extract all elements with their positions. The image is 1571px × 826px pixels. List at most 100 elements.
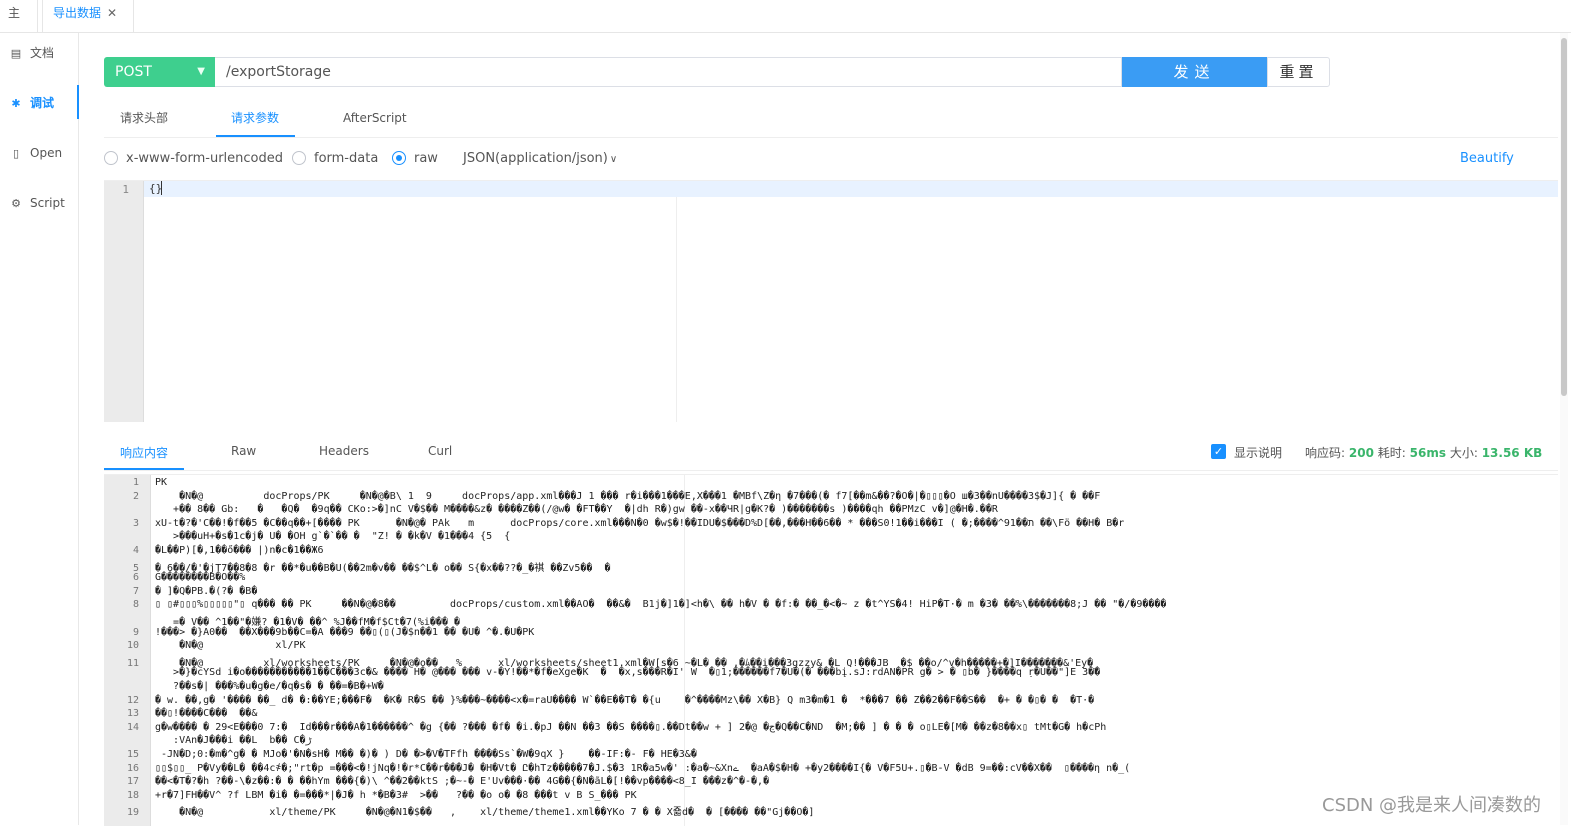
response-line: +�� 8�� Gb: � �Q� �9q�� CKo:>�]nC V�$�� … bbox=[104, 504, 1558, 515]
sidebar-item-label: Script bbox=[30, 196, 65, 210]
line-number: 13 bbox=[126, 708, 139, 720]
chevron-down-icon: ▼ bbox=[197, 66, 205, 77]
radio-form-data-label: form-data bbox=[314, 151, 379, 166]
status-code-value: 200 bbox=[1348, 446, 1374, 460]
response-line: 10 �N�@ xl/PK bbox=[104, 640, 1558, 651]
response-line: 14 g�w���� � 29<E���0 7:� Id���r���A�1���… bbox=[104, 722, 1558, 733]
content-type-value: JSON(application/json) bbox=[463, 151, 608, 166]
reset-button[interactable]: 重置 bbox=[1267, 57, 1330, 87]
line-text: :VAn�J���i ��L b�� C�ڑ bbox=[155, 735, 312, 747]
line-number: 1 bbox=[122, 183, 129, 196]
response-line: 13 ��▯!����C��� ��& bbox=[104, 708, 1558, 719]
line-number: 2 bbox=[132, 490, 139, 502]
line-text: � ]�Q�PB.�(?� �B� bbox=[155, 585, 258, 597]
line-number: 4 bbox=[132, 545, 139, 556]
line-text: G��������B�O��% bbox=[155, 572, 246, 584]
radio-raw-label: raw bbox=[414, 151, 438, 166]
watermark: CSDN @我是来人间凑数的 bbox=[1322, 795, 1542, 816]
line-text: �N�@ docProps/PK �N�@�B\ 1 9 docProps/ap… bbox=[155, 490, 1101, 502]
response-body-viewer[interactable]: 1 PK 2 �N�@ docProps/PK �N�@�B\ 1 9 docPro… bbox=[104, 474, 1558, 826]
radio-form-data[interactable]: form-data bbox=[292, 150, 378, 168]
line-number: 17 bbox=[126, 776, 139, 788]
line-number: 19 bbox=[126, 807, 139, 819]
scrollbar-thumb[interactable] bbox=[1561, 38, 1567, 396]
line-text: +�� 8�� Gb: � �Q� �9q�� CKo:>�]nC V�$�� … bbox=[155, 504, 998, 516]
sidebar-item-label: 文档 bbox=[30, 46, 55, 60]
tab-after-script[interactable]: AfterScript bbox=[343, 108, 407, 138]
line-number: 9 bbox=[132, 626, 139, 638]
sidebar: ▤ 文档 ✱ 调试 ▯ Open ⚙ Script bbox=[0, 33, 79, 825]
tab-export-data-label: 导出数据 bbox=[53, 6, 102, 20]
line-text: ▯▯$▯▯_ P�Vy��L� ��4c҂�;"rt�p =���<�!jNq�… bbox=[155, 762, 1131, 774]
line-number: 1 bbox=[132, 477, 139, 488]
line-text: PK bbox=[155, 477, 168, 488]
tab-request-headers[interactable]: 请求头部 bbox=[120, 108, 168, 138]
radio-checked-icon bbox=[392, 151, 406, 165]
show-description-label: 显示说明 bbox=[1234, 446, 1283, 460]
gear-icon: ⚙ bbox=[11, 197, 21, 210]
tab-request-params[interactable]: 请求参数 bbox=[231, 108, 279, 138]
response-line: >���uH+�s�1c�j� U� �OH g`�`�� � "Z! � �k… bbox=[104, 531, 1558, 542]
content-type-select[interactable]: JSON(application/json) ∨ bbox=[463, 150, 617, 168]
line-text: � w. ��,g� '���� ��_ d� �:��YE;���F� �K�… bbox=[155, 694, 1095, 706]
line-number: 3 bbox=[132, 517, 139, 529]
close-icon[interactable]: ✕ bbox=[107, 6, 117, 20]
tab-bar: 主页 导出数据 ✕ bbox=[0, 0, 1571, 46]
tab-home[interactable]: 主页 bbox=[0, 0, 38, 46]
response-line: 3 xU-t�?�'C��!�f��5 �C��q��+[���� PK �N�@… bbox=[104, 518, 1558, 530]
show-description-checkbox[interactable]: ✓ bbox=[1211, 444, 1226, 459]
status-time-label: 耗时: bbox=[1377, 446, 1406, 460]
radio-urlencoded[interactable]: x-www-form-urlencoded bbox=[104, 150, 283, 168]
tab-raw[interactable]: Raw bbox=[231, 444, 256, 458]
line-text: >���uH+�s�1c�j� U� �OH g`�`�� � "Z! � �k… bbox=[155, 531, 511, 543]
tab-headers[interactable]: Headers bbox=[319, 444, 369, 458]
sidebar-item-script[interactable]: ⚙ Script bbox=[0, 192, 78, 214]
method-select[interactable]: POST ▼ bbox=[104, 57, 215, 87]
response-line: :VAn�J���i ��L b�� C�ڑ bbox=[104, 735, 1558, 746]
sidebar-item-open[interactable]: ▯ Open bbox=[0, 142, 78, 164]
radio-raw[interactable]: raw bbox=[392, 150, 438, 168]
line-number: 10 bbox=[126, 640, 139, 652]
response-line: >�}�cYSd i�o�����������1��C���3c�& ���� … bbox=[104, 667, 1558, 678]
sidebar-item-docs[interactable]: ▤ 文档 bbox=[0, 42, 78, 64]
response-line: 2 �N�@ docProps/PK �N�@�B\ 1 9 docProps/… bbox=[104, 491, 1558, 502]
status-time-value: 56ms bbox=[1409, 446, 1446, 460]
response-line: 1 PK bbox=[104, 477, 1558, 488]
sidebar-item-label: Open bbox=[30, 146, 63, 160]
tab-export-data[interactable]: 导出数据 ✕ bbox=[42, 0, 134, 32]
response-line: 12 � w. ��,g� '���� ��_ d� �:��YE;���F� �… bbox=[104, 695, 1558, 706]
line-text: �N�@ xl/PK bbox=[155, 640, 306, 652]
sidebar-item-debug[interactable]: ✱ 调试 bbox=[0, 92, 78, 114]
tab-curl[interactable]: Curl bbox=[428, 444, 452, 458]
beautify-link[interactable]: Beautify bbox=[1460, 151, 1514, 166]
response-tab-divider bbox=[104, 470, 1558, 471]
editor-gutter: 1 bbox=[104, 181, 144, 422]
line-text: -JN�D;0:�m�^g� � MJo�'�N�sH� M�� �)� ) D… bbox=[155, 749, 697, 760]
line-text: ��<�T�?�h ?��-\�z��:� � ��hYm ���{�)\ ^�… bbox=[155, 776, 770, 788]
response-line: 9 !���> �}A0�� ��X���9b��C=�A ���9 ��▯(▯(… bbox=[104, 627, 1558, 638]
response-line: 16 ▯▯$▯▯_ P�Vy��L� ��4c҂�;"rt�p =���<�!jN… bbox=[104, 763, 1558, 775]
status-info: 响应码: 200 耗时: 56ms 大小: 13.56 KB bbox=[1305, 444, 1542, 461]
line-number: 18 bbox=[126, 789, 139, 801]
method-value: POST bbox=[115, 64, 152, 80]
status-size-label: 大小: bbox=[1449, 446, 1478, 460]
tab-active-underline bbox=[216, 135, 295, 137]
line-number: 16 bbox=[126, 762, 139, 774]
sidebar-active-indicator bbox=[77, 85, 79, 119]
file-icon: ▯ bbox=[12, 147, 20, 160]
tab-response-content[interactable]: 响应内容 bbox=[120, 444, 168, 461]
request-body-editor[interactable]: 1 {} bbox=[104, 180, 1558, 422]
chevron-down-icon: ∨ bbox=[609, 154, 618, 165]
url-input[interactable]: /exportStorage bbox=[215, 57, 1122, 87]
line-text: �N�@ xl/theme/PK �N�@�N1�$�� , xl/theme/… bbox=[155, 807, 815, 819]
response-line: 8 ▯ ▯#▯▯▯%▯▯▯▯▯"▯ q��� �� PK ��N�@�8�� do… bbox=[104, 599, 1558, 610]
sidebar-item-label: 调试 bbox=[30, 96, 55, 110]
response-line: 15 -JN�D;0:�m�^g� � MJo�'�N�sH� M�� �)� … bbox=[104, 749, 1558, 760]
editor-divider bbox=[676, 197, 677, 422]
line-number: 8 bbox=[132, 599, 139, 611]
send-button[interactable]: 发送 bbox=[1122, 57, 1267, 87]
line-text: !���> �}A0�� ��X���9b��C=�A ���9 ��▯(▯(J… bbox=[155, 626, 535, 638]
radio-urlencoded-label: x-www-form-urlencoded bbox=[126, 151, 284, 166]
line-text: >�}�cYSd i�o�����������1��C���3c�& ���� … bbox=[155, 667, 1101, 679]
document-icon: ▤ bbox=[10, 47, 22, 60]
